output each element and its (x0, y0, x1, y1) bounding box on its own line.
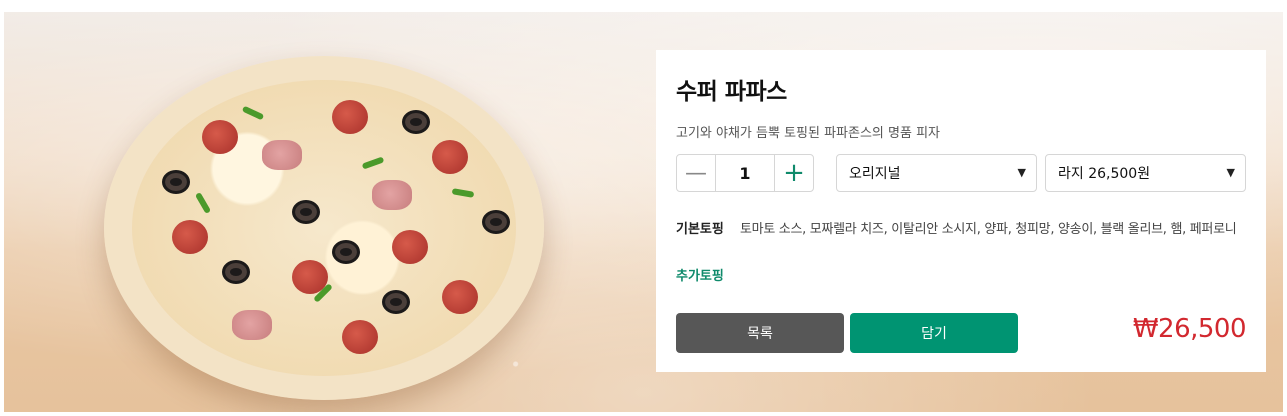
product-card: 수퍼 파파스 고기와 야채가 듬뿍 토핑된 파파존스의 명품 피자 — 1 + … (656, 50, 1266, 372)
olive-topping (382, 290, 410, 314)
ham-topping (232, 310, 272, 340)
olive-topping (482, 210, 510, 234)
green-pepper-topping (241, 105, 265, 121)
add-to-cart-button[interactable]: 담기 (850, 313, 1018, 353)
pizza-image (104, 56, 544, 400)
pepperoni-topping (202, 120, 238, 154)
green-pepper-topping (361, 156, 385, 170)
base-toppings-value: 토마토 소스, 모짜렐라 치즈, 이탈리안 소시지, 양파, 청피망, 양송이,… (740, 222, 1237, 237)
ham-topping (262, 140, 302, 170)
base-toppings-label: 기본토핑 (676, 222, 724, 237)
size-select[interactable]: 라지 26,500원 ▼ (1045, 154, 1246, 192)
pizza-toppings-area (132, 80, 516, 376)
olive-topping (162, 170, 190, 194)
decrease-quantity-button[interactable]: — (677, 155, 716, 191)
price-display: ₩26,500 (1132, 314, 1247, 344)
pepperoni-topping (332, 100, 368, 134)
product-title: 수퍼 파파스 (676, 79, 787, 105)
pepperoni-topping (392, 230, 428, 264)
ham-topping (372, 180, 412, 210)
pepperoni-topping (172, 220, 208, 254)
minus-icon: — (685, 160, 707, 186)
dough-select[interactable]: 오리지널 ▼ (836, 154, 1037, 192)
olive-topping (222, 260, 250, 284)
green-pepper-topping (451, 188, 475, 198)
extra-toppings-link[interactable]: 추가토핑 (676, 265, 724, 284)
plus-icon: + (783, 158, 805, 188)
olive-topping (402, 110, 430, 134)
olive-topping (292, 200, 320, 224)
dough-select-value: 오리지널 (849, 166, 901, 182)
product-description: 고기와 야채가 듬뿍 토핑된 파파존스의 명품 피자 (676, 126, 940, 141)
olive-topping (332, 240, 360, 264)
chevron-down-icon: ▼ (1017, 166, 1026, 179)
quantity-value[interactable]: 1 (716, 164, 774, 183)
increase-quantity-button[interactable]: + (774, 155, 813, 191)
quantity-stepper: — 1 + (676, 154, 814, 192)
chevron-down-icon: ▼ (1226, 166, 1235, 179)
list-button[interactable]: 목록 (676, 313, 844, 353)
pepperoni-topping (342, 320, 378, 354)
size-select-value: 라지 26,500원 (1058, 166, 1151, 182)
pepperoni-topping (442, 280, 478, 314)
base-toppings-row: 기본토핑 토마토 소스, 모짜렐라 치즈, 이탈리안 소시지, 양파, 청피망,… (676, 218, 1237, 237)
pepperoni-topping (432, 140, 468, 174)
green-pepper-topping (194, 191, 212, 215)
